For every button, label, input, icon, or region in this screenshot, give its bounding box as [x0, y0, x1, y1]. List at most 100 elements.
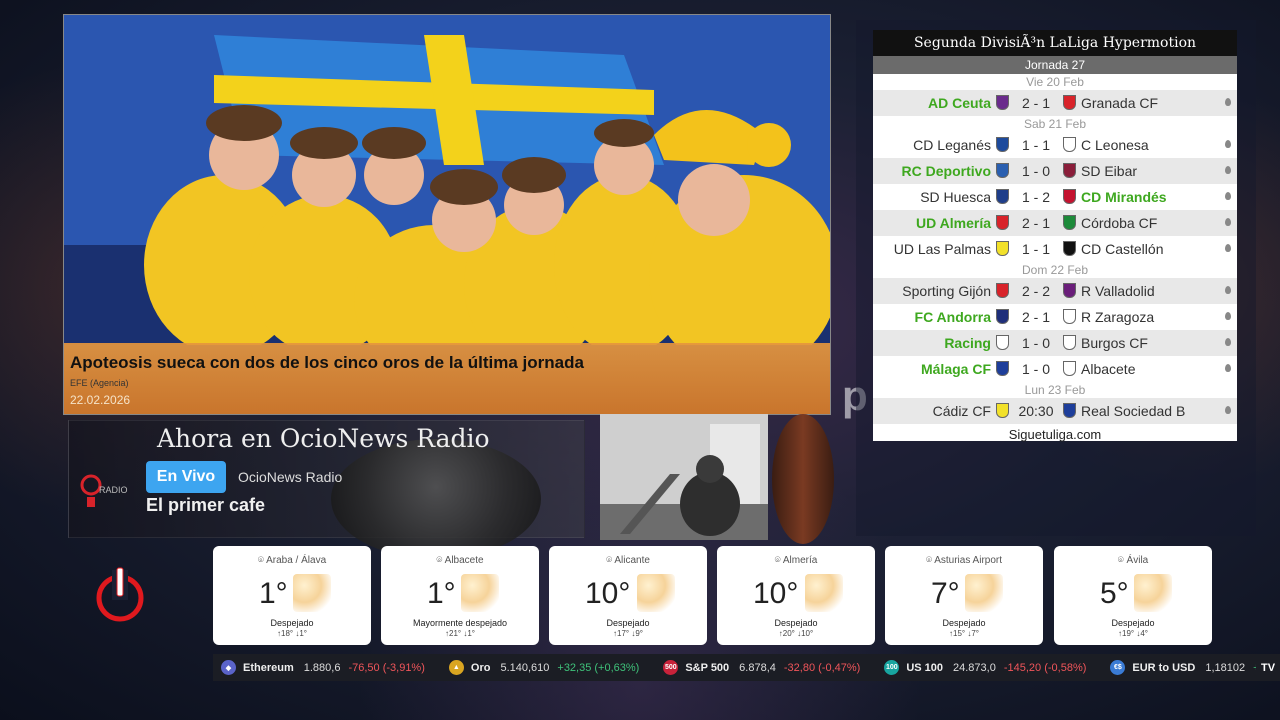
match-row[interactable]: Racing 1 - 0 Burgos CF [873, 330, 1237, 356]
news-photo [64, 15, 830, 345]
location-pin-icon[interactable] [1225, 406, 1231, 414]
asset-change: -76,50 (-3,91%) [348, 661, 425, 674]
weather-location: ⌾ Albacete [381, 555, 539, 566]
away-team: CD Mirandés [1063, 189, 1213, 205]
away-team: Albacete [1063, 361, 1213, 377]
weather-location: ⌾ Araba / Álava [213, 555, 371, 566]
league-footer-link[interactable]: Siguetuliga.com [873, 424, 1237, 444]
away-team-name: Granada CF [1081, 95, 1159, 111]
home-team-name: SD Huesca [920, 189, 991, 205]
news-title[interactable]: Apoteosis sueca con dos de los cinco oro… [70, 353, 584, 373]
home-team-name: UD Las Palmas [893, 241, 991, 257]
home-team: RC Deportivo [873, 163, 1009, 179]
weather-location: ⌾ Alicante [549, 555, 707, 566]
weather-temperature: 1° [427, 577, 456, 610]
match-row[interactable]: RC Deportivo 1 - 0 SD Eibar [873, 158, 1237, 184]
weather-card[interactable]: ⌾ Ávila 5° Despejado ↑19° ↓4° [1054, 546, 1212, 645]
match-row[interactable]: FC Andorra 2 - 1 R Zaragoza [873, 304, 1237, 330]
weather-card[interactable]: ⌾ Asturias Airport 7° Despejado ↑15° ↓7° [885, 546, 1043, 645]
ticker-item[interactable]: 500 S&P 500 6.878,4 -32,80 (-0,47%) [663, 660, 860, 675]
live-button[interactable]: En Vivo [146, 461, 226, 493]
tradingview-logo-icon[interactable]: TV [1256, 654, 1280, 681]
match-row[interactable]: CD Leganés 1 - 1 C Leonesa [873, 132, 1237, 158]
weather-card[interactable]: ⌾ Albacete 1° Mayormente despejado ↑21° ↓1° [381, 546, 539, 645]
match-row[interactable]: Málaga CF 1 - 0 Albacete [873, 356, 1237, 382]
home-crest-icon [996, 137, 1009, 152]
market-ticker: ◆ Ethereum 1.880,6 -76,50 (-3,91%) ▲ Oro 5.140… [213, 654, 1280, 681]
asset-icon: 100 [884, 660, 900, 675]
location-pin-icon[interactable] [1225, 364, 1231, 372]
location-pin-icon[interactable] [1225, 98, 1231, 106]
ticker-item[interactable]: ◆ Ethereum 1.880,6 -76,50 (-3,91%) [221, 660, 425, 675]
location-pin-icon[interactable] [1225, 218, 1231, 226]
home-team-name: UD Almería [916, 215, 991, 231]
match-score: 1 - 2 [1021, 189, 1050, 205]
news-card[interactable]: Apoteosis sueca con dos de los cinco oro… [63, 14, 831, 415]
away-team: Córdoba CF [1063, 215, 1213, 231]
home-team: UD Las Palmas [873, 241, 1009, 257]
location-pin-icon[interactable] [1225, 244, 1231, 252]
match-row[interactable]: AD Ceuta 2 - 1 Granada CF [873, 90, 1237, 116]
away-team-name: Córdoba CF [1081, 215, 1158, 231]
weather-description: Despejado [1111, 618, 1155, 628]
home-crest-icon [996, 163, 1009, 178]
home-crest-icon [996, 335, 1009, 350]
match-score: 2 - 2 [1021, 283, 1050, 299]
home-crest-icon [996, 95, 1009, 110]
video-frame-graphic [600, 414, 768, 540]
match-score: 2 - 1 [1021, 215, 1050, 231]
home-crest-icon [996, 215, 1009, 230]
weather-card[interactable]: ⌾ Alicante 10° Despejado ↑17° ↓9° [549, 546, 707, 645]
home-team: AD Ceuta [873, 95, 1009, 111]
away-team-name: Real Sociedad B [1081, 403, 1186, 419]
home-crest-icon [996, 403, 1009, 418]
match-row[interactable]: Sporting Gijón 2 - 2 R Valladolid [873, 278, 1237, 304]
home-crest-icon [996, 361, 1009, 376]
weather-card[interactable]: ⌾ Almería 10° Despejado ↑20° ↓10° [717, 546, 875, 645]
away-team-name: CD Castellón [1081, 241, 1164, 257]
match-score: 1 - 0 [1021, 361, 1050, 377]
weather-location-name: Asturias Airport [934, 555, 1003, 566]
weather-temperature: 5° [1100, 577, 1129, 610]
match-row[interactable]: SD Huesca 1 - 2 CD Mirandés [873, 184, 1237, 210]
location-pin-icon[interactable] [1225, 166, 1231, 174]
location-pin-icon[interactable] [1225, 192, 1231, 200]
match-row[interactable]: Cádiz CF 20:30 Real Sociedad B [873, 398, 1237, 424]
home-team-name: Racing [944, 335, 991, 351]
location-pin-icon[interactable] [1225, 338, 1231, 346]
asset-icon: 500 [663, 660, 679, 675]
asset-change: -32,80 (-0,47%) [783, 661, 861, 674]
league-title: Segunda DivisiÃ³n LaLiga Hypermotion [873, 30, 1237, 56]
home-crest-icon [996, 241, 1009, 256]
asset-icon: ◆ [221, 660, 236, 675]
match-row[interactable]: UD Almería 2 - 1 Córdoba CF [873, 210, 1237, 236]
asset-name: S&P 500 [685, 661, 730, 674]
location-pin-icon[interactable] [1225, 312, 1231, 320]
ticker-item[interactable]: 100 US 100 24.873,0 -145,20 (-0,58%) [884, 660, 1086, 675]
location-pin-icon[interactable] [1225, 286, 1231, 294]
location-pin-icon: ⌾ [1117, 555, 1127, 566]
asset-price: 24.873,0 [953, 661, 996, 674]
home-team: Sporting Gijón [873, 283, 1009, 299]
home-team-name: AD Ceuta [927, 95, 991, 111]
ticker-item[interactable]: €$EUR to USD1,18102+0,00 (+0,25%) [1110, 660, 1280, 675]
match-score: 20:30 [1018, 403, 1054, 419]
video-thumbnail[interactable] [600, 414, 768, 540]
power-icon[interactable] [94, 566, 146, 622]
away-team: SD Eibar [1063, 163, 1213, 179]
league-date: Vie 20 Feb [1026, 75, 1084, 89]
ticker-item[interactable]: ▲ Oro 5.140,610 +32,35 (+0,63%) [448, 660, 639, 675]
asset-icon: ▲ [448, 660, 464, 675]
home-team: CD Leganés [873, 137, 1009, 153]
weather-temperature: 1° [259, 577, 288, 610]
asset-change: -145,20 (-0,58%) [1003, 661, 1087, 674]
away-team: R Zaragoza [1063, 309, 1213, 325]
match-score: 2 - 1 [1021, 95, 1050, 111]
match-score: 1 - 0 [1021, 335, 1050, 351]
weather-description: Despejado [942, 618, 986, 628]
weather-card[interactable]: ⌾ Araba / Álava 1° Despejado ↑18° ↓1° [213, 546, 371, 645]
weather-location-name: Albacete [444, 555, 484, 566]
match-row[interactable]: UD Las Palmas 1 - 1 CD Castellón [873, 236, 1237, 262]
sun-cloud-icon [461, 574, 499, 612]
location-pin-icon[interactable] [1225, 140, 1231, 148]
